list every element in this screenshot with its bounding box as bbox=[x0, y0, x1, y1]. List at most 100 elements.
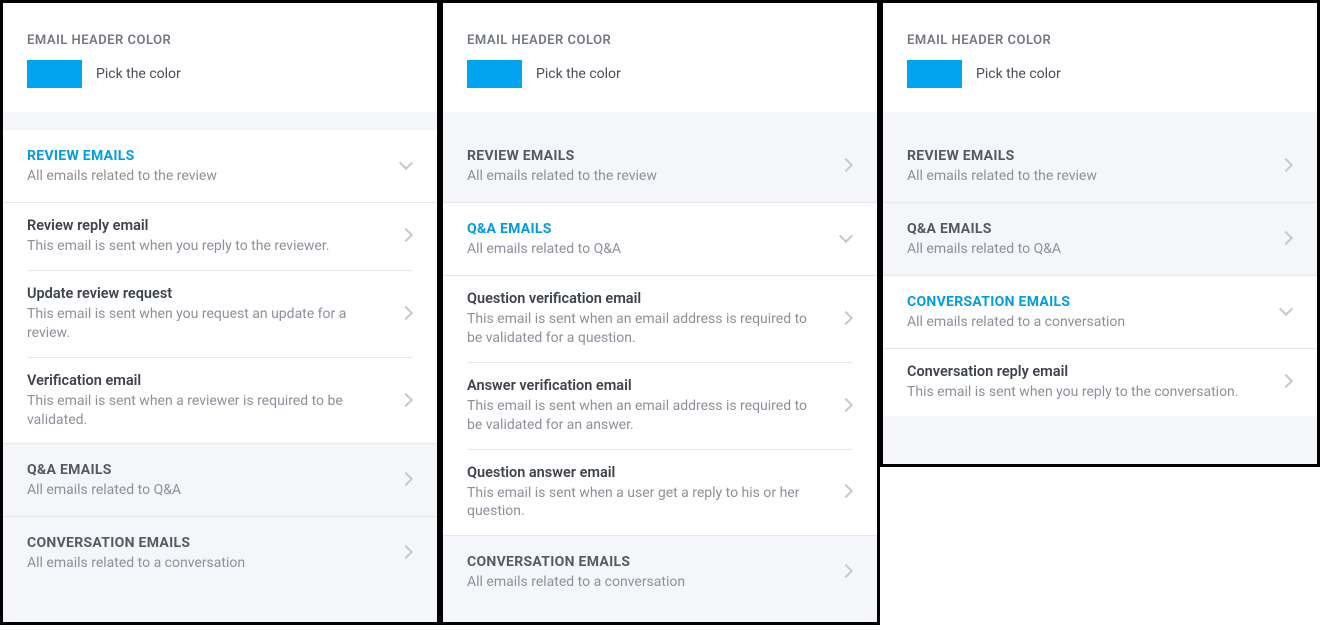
group-text: CONVERSATION EMAILS All emails related t… bbox=[27, 535, 387, 571]
color-row: Pick the color bbox=[27, 60, 413, 88]
group-sub: All emails related to Q&A bbox=[907, 241, 1267, 257]
group-text: REVIEW EMAILS All emails related to the … bbox=[467, 148, 827, 184]
group-title: REVIEW EMAILS bbox=[907, 148, 1267, 164]
settings-panel-conversation: EMAIL HEADER COLOR Pick the color REVIEW… bbox=[880, 0, 1320, 467]
group-qa-emails[interactable]: Q&A EMAILS All emails related to Q&A bbox=[883, 203, 1317, 276]
item-conversation-reply[interactable]: Conversation reply email This email is s… bbox=[883, 349, 1317, 416]
chevron-down-icon bbox=[399, 159, 413, 173]
item-text: Review reply email This email is sent wh… bbox=[27, 217, 387, 256]
item-text: Answer verification email This email is … bbox=[467, 377, 827, 435]
group-sub: All emails related to the review bbox=[467, 168, 827, 184]
chevron-right-icon bbox=[839, 565, 853, 579]
chevron-right-icon bbox=[399, 307, 413, 321]
item-sub: This email is sent when an email address… bbox=[467, 397, 819, 435]
color-swatch[interactable] bbox=[907, 60, 962, 88]
group-text: Q&A EMAILS All emails related to Q&A bbox=[467, 221, 827, 257]
item-sub: This email is sent when you reply to the… bbox=[907, 383, 1259, 402]
email-header-color-label: EMAIL HEADER COLOR bbox=[27, 33, 413, 48]
group-title: Q&A EMAILS bbox=[27, 462, 387, 478]
chevron-right-icon bbox=[839, 399, 853, 413]
divider-gap bbox=[883, 112, 1317, 130]
pick-color-text[interactable]: Pick the color bbox=[536, 66, 621, 82]
chevron-right-icon bbox=[839, 485, 853, 499]
group-qa-emails[interactable]: Q&A EMAILS All emails related to Q&A bbox=[3, 444, 437, 517]
bottom-gap bbox=[883, 416, 1317, 464]
group-conversation-emails[interactable]: CONVERSATION EMAILS All emails related t… bbox=[3, 517, 437, 589]
group-sub: All emails related to the review bbox=[27, 168, 387, 184]
item-title: Conversation reply email bbox=[907, 363, 1259, 380]
group-title: Q&A EMAILS bbox=[467, 221, 827, 237]
bottom-gap bbox=[443, 608, 877, 622]
group-text: Q&A EMAILS All emails related to Q&A bbox=[907, 221, 1267, 257]
group-qa-emails[interactable]: Q&A EMAILS All emails related to Q&A bbox=[443, 203, 877, 276]
pick-color-text[interactable]: Pick the color bbox=[96, 66, 181, 82]
item-sub: This email is sent when you request an u… bbox=[27, 305, 379, 343]
group-review-emails[interactable]: REVIEW EMAILS All emails related to the … bbox=[443, 130, 877, 203]
group-conversation-emails[interactable]: CONVERSATION EMAILS All emails related t… bbox=[883, 276, 1317, 349]
group-title: Q&A EMAILS bbox=[907, 221, 1267, 237]
group-title: CONVERSATION EMAILS bbox=[907, 294, 1267, 310]
group-title: CONVERSATION EMAILS bbox=[27, 535, 387, 551]
item-question-verification[interactable]: Question verification email This email i… bbox=[443, 276, 877, 362]
chevron-right-icon bbox=[399, 473, 413, 487]
divider-gap bbox=[3, 112, 437, 130]
group-title: REVIEW EMAILS bbox=[467, 148, 827, 164]
group-text: Q&A EMAILS All emails related to Q&A bbox=[27, 462, 387, 498]
email-header-color-label: EMAIL HEADER COLOR bbox=[467, 33, 853, 48]
pick-color-text[interactable]: Pick the color bbox=[976, 66, 1061, 82]
item-title: Update review request bbox=[27, 285, 379, 302]
group-sub: All emails related to a conversation bbox=[27, 555, 387, 571]
group-review-emails[interactable]: REVIEW EMAILS All emails related to the … bbox=[3, 130, 437, 203]
divider-gap bbox=[443, 112, 877, 130]
header-section: EMAIL HEADER COLOR Pick the color bbox=[883, 3, 1317, 112]
header-section: EMAIL HEADER COLOR Pick the color bbox=[3, 3, 437, 112]
color-swatch[interactable] bbox=[467, 60, 522, 88]
email-header-color-label: EMAIL HEADER COLOR bbox=[907, 33, 1293, 48]
group-text: REVIEW EMAILS All emails related to the … bbox=[27, 148, 387, 184]
chevron-right-icon bbox=[1279, 159, 1293, 173]
chevron-right-icon bbox=[399, 229, 413, 243]
group-conversation-emails[interactable]: CONVERSATION EMAILS All emails related t… bbox=[443, 536, 877, 608]
group-sub: All emails related to a conversation bbox=[907, 314, 1267, 330]
group-title: REVIEW EMAILS bbox=[27, 148, 387, 164]
chevron-right-icon bbox=[399, 546, 413, 560]
item-review-reply[interactable]: Review reply email This email is sent wh… bbox=[3, 203, 437, 270]
chevron-down-icon bbox=[839, 232, 853, 246]
group-review-emails[interactable]: REVIEW EMAILS All emails related to the … bbox=[883, 130, 1317, 203]
bottom-gap bbox=[3, 589, 437, 622]
item-title: Review reply email bbox=[27, 217, 379, 234]
group-text: REVIEW EMAILS All emails related to the … bbox=[907, 148, 1267, 184]
chevron-right-icon bbox=[1279, 375, 1293, 389]
item-question-answer[interactable]: Question answer email This email is sent… bbox=[443, 450, 877, 536]
group-sub: All emails related to Q&A bbox=[467, 241, 827, 257]
chevron-right-icon bbox=[1279, 232, 1293, 246]
group-sub: All emails related to the review bbox=[907, 168, 1267, 184]
item-text: Update review request This email is sent… bbox=[27, 285, 387, 343]
item-text: Conversation reply email This email is s… bbox=[907, 363, 1267, 402]
item-text: Verification email This email is sent wh… bbox=[27, 372, 387, 430]
group-title: CONVERSATION EMAILS bbox=[467, 554, 827, 570]
item-text: Question verification email This email i… bbox=[467, 290, 827, 348]
group-text: CONVERSATION EMAILS All emails related t… bbox=[907, 294, 1267, 330]
color-row: Pick the color bbox=[467, 60, 853, 88]
group-sub: All emails related to Q&A bbox=[27, 482, 387, 498]
color-row: Pick the color bbox=[907, 60, 1293, 88]
color-swatch[interactable] bbox=[27, 60, 82, 88]
chevron-right-icon bbox=[839, 312, 853, 326]
item-title: Question answer email bbox=[467, 464, 819, 481]
item-sub: This email is sent when a reviewer is re… bbox=[27, 392, 379, 430]
settings-panel-review: EMAIL HEADER COLOR Pick the color REVIEW… bbox=[0, 0, 440, 625]
item-update-review[interactable]: Update review request This email is sent… bbox=[3, 271, 437, 357]
item-answer-verification[interactable]: Answer verification email This email is … bbox=[443, 363, 877, 449]
item-verification[interactable]: Verification email This email is sent wh… bbox=[3, 358, 437, 444]
item-sub: This email is sent when a user get a rep… bbox=[467, 484, 819, 522]
item-title: Answer verification email bbox=[467, 377, 819, 394]
group-sub: All emails related to a conversation bbox=[467, 574, 827, 590]
item-text: Question answer email This email is sent… bbox=[467, 464, 827, 522]
group-text: CONVERSATION EMAILS All emails related t… bbox=[467, 554, 827, 590]
item-title: Verification email bbox=[27, 372, 379, 389]
item-sub: This email is sent when an email address… bbox=[467, 310, 819, 348]
chevron-down-icon bbox=[1279, 305, 1293, 319]
item-sub: This email is sent when you reply to the… bbox=[27, 237, 379, 256]
item-title: Question verification email bbox=[467, 290, 819, 307]
